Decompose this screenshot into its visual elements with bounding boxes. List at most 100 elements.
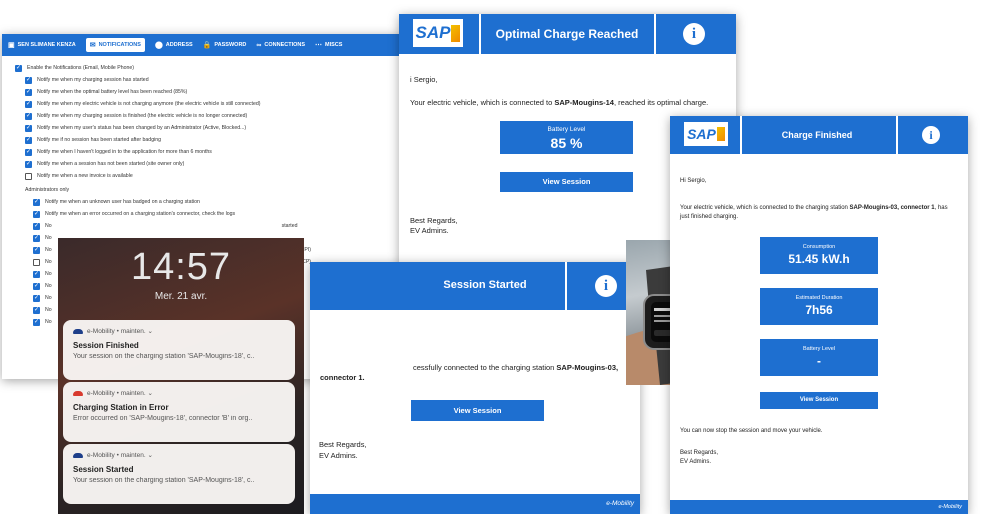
battery-level-value: - <box>817 354 821 368</box>
car-icon <box>73 390 83 396</box>
battery-level-box: Battery Level 85 % <box>500 121 633 154</box>
tab-miscs[interactable]: ⋯ MISCS <box>315 41 342 49</box>
logo-text: SAP <box>687 126 716 142</box>
checkbox-checked[interactable]: ✓ <box>25 160 32 168</box>
notification-option[interactable]: ✓ No started <box>15 220 311 232</box>
info-icon[interactable]: i <box>595 275 617 297</box>
tab-profile[interactable]: ▣ SEN SLIMANE KENZA <box>8 41 76 49</box>
consumption-box: Consumption 51.45 kW.h <box>760 237 878 274</box>
message-text: Your electric vehicle, which is connecte… <box>410 98 555 107</box>
checkbox-unchecked[interactable] <box>25 172 32 180</box>
tab-notifications[interactable]: ✉ NOTIFICATIONS <box>85 38 145 52</box>
settings-tab-bar: ▣ SEN SLIMANE KENZA ✉ NOTIFICATIONS ⬤ ADDRE… <box>2 34 412 56</box>
regards: Best Regards, <box>410 216 458 225</box>
checkbox-checked[interactable]: ✓ <box>33 318 40 326</box>
checkbox-checked[interactable]: ✓ <box>25 148 32 156</box>
checkbox-checked[interactable]: ✓ <box>25 100 32 108</box>
notification-option[interactable]: ✓ Notify me when I haven't logged in to t… <box>15 146 311 158</box>
option-label: Notify me when I haven't logged in to th… <box>37 149 212 155</box>
checkbox-checked[interactable]: ✓ <box>25 76 32 84</box>
view-session-button[interactable]: View Session <box>411 400 544 421</box>
notification-app: e-Mobility • mainten. <box>87 451 146 459</box>
view-session-button[interactable]: View Session <box>500 172 633 192</box>
option-label: Notify me when a session has not been st… <box>37 161 185 167</box>
view-session-button[interactable]: View Session <box>760 392 878 409</box>
notification-body: Error occurred on 'SAP-Mougins-18', conn… <box>73 415 253 422</box>
chevron-down-icon[interactable]: ⌄ <box>147 451 152 459</box>
email-title: Session Started <box>443 279 527 291</box>
option-label: No <box>45 223 52 229</box>
option-label: Notify me when an error occurred on a ch… <box>45 211 236 217</box>
checkbox-checked[interactable]: ✓ <box>25 112 32 120</box>
battery-level-label: Battery Level <box>802 346 836 352</box>
location-pin-icon: ⬤ <box>154 42 163 49</box>
checkbox-checked[interactable]: ✓ <box>33 210 40 218</box>
checkbox-checked[interactable]: ✓ <box>33 222 40 230</box>
email-title: Charge Finished <box>781 130 853 140</box>
option-label: Notify me when a new invoice is availabl… <box>37 173 133 179</box>
checkbox-checked[interactable]: ✓ <box>33 282 40 290</box>
checkbox-checked[interactable]: ✓ <box>33 306 40 314</box>
station-name: SAP-Mougins-03, <box>849 205 899 211</box>
profile-icon: ▣ <box>8 42 15 49</box>
notification-option[interactable]: ✓ Notify me when an error occurred on a c… <box>15 208 311 220</box>
phone-lock-screen: 14:57 Mer. 21 avr. e-Mobility • mainten.… <box>58 238 304 514</box>
signature: EV Admins. <box>319 451 358 460</box>
notification-body: Your session on the charging station 'SA… <box>73 477 255 484</box>
lock-time: 14:57 <box>130 246 232 288</box>
message-text: Your electric vehicle, which is connecte… <box>680 205 850 211</box>
tab-address[interactable]: ⬤ ADDRESS <box>155 41 193 49</box>
option-label: Notify me when my charging session is fi… <box>37 113 248 119</box>
tab-connections[interactable]: ∞ CONNECTIONS <box>256 42 305 49</box>
checkbox-checked[interactable]: ✓ <box>25 136 32 144</box>
link-icon: ∞ <box>256 41 262 49</box>
checkbox-checked[interactable]: ✓ <box>25 88 32 96</box>
notification-option[interactable]: ✓ Notify me when a session has not been s… <box>15 158 311 170</box>
sap-logo: SAP <box>684 122 728 146</box>
checkbox-checked[interactable]: ✓ <box>33 234 40 242</box>
checkbox-checked[interactable]: ✓ <box>33 198 40 206</box>
notification-session-started[interactable]: e-Mobility • mainten. ⌄ Session Started … <box>63 444 295 504</box>
notification-session-finished[interactable]: e-Mobility • mainten. ⌄ Session Finished… <box>63 320 295 380</box>
option-label: No <box>45 259 52 265</box>
email-footer: e-Mobility <box>310 494 640 514</box>
notification-option[interactable]: ✓ Notify me when my charging session has … <box>15 74 311 86</box>
notification-option[interactable]: Notify me when a new invoice is availabl… <box>15 170 311 182</box>
battery-level-value: 85 % <box>550 135 583 151</box>
checkbox-checked[interactable]: ✓ <box>33 246 40 254</box>
sap-logo: SAP <box>413 19 463 47</box>
info-icon[interactable]: i <box>683 23 705 45</box>
notification-app: e-Mobility • mainten. <box>87 389 146 397</box>
message-text: cessfully connected to the charging stat… <box>413 363 557 372</box>
notification-option[interactable]: ✓ Notify me when my electric vehicle is n… <box>15 98 311 110</box>
notification-option[interactable]: ✓ Notify me when my charging session is f… <box>15 110 311 122</box>
checkbox-checked[interactable]: ✓ <box>33 294 40 302</box>
notification-option[interactable]: ✓ Notify me if no session has been starte… <box>15 134 311 146</box>
chevron-down-icon[interactable]: ⌄ <box>147 389 152 397</box>
option-label: Notify me when the optimal battery level… <box>37 89 188 95</box>
notification-app-row: e-Mobility • mainten. ⌄ <box>73 327 285 335</box>
info-icon[interactable]: i <box>922 126 940 144</box>
checkbox-unchecked[interactable] <box>33 258 40 266</box>
checkbox-checked[interactable]: ✓ <box>15 64 22 72</box>
notification-station-error[interactable]: e-Mobility • mainten. ⌄ Charging Station… <box>63 382 295 442</box>
option-label: Notify me when my user's status has been… <box>37 125 247 131</box>
tab-password[interactable]: 🔒 PASSWORD <box>203 41 247 49</box>
notification-option[interactable]: ✓ Notify me when my user's status has bee… <box>15 122 311 134</box>
option-label: No <box>45 247 52 253</box>
duration-box: Estimated Duration 7h56 <box>760 288 878 325</box>
checkbox-checked[interactable]: ✓ <box>25 124 32 132</box>
enable-notifications-option[interactable]: ✓ Enable the Notifications (Email, Mobil… <box>15 62 311 74</box>
notification-option[interactable]: ✓ Notify me when an unknown user has badg… <box>15 196 311 208</box>
notification-option[interactable]: ✓ Notify me when the optimal battery leve… <box>15 86 311 98</box>
option-label: Enable the Notifications (Email, Mobile … <box>27 65 134 71</box>
admin-section-heading: Administrators only <box>25 187 70 193</box>
car-icon <box>73 328 83 334</box>
chevron-down-icon[interactable]: ⌄ <box>147 327 152 335</box>
signature: EV Admins. <box>410 226 449 235</box>
logo-wedge-icon <box>451 24 461 42</box>
option-label: No <box>45 235 52 241</box>
tab-label: CONNECTIONS <box>264 42 306 48</box>
notification-title: Charging Station in Error <box>73 403 169 412</box>
checkbox-checked[interactable]: ✓ <box>33 270 40 278</box>
